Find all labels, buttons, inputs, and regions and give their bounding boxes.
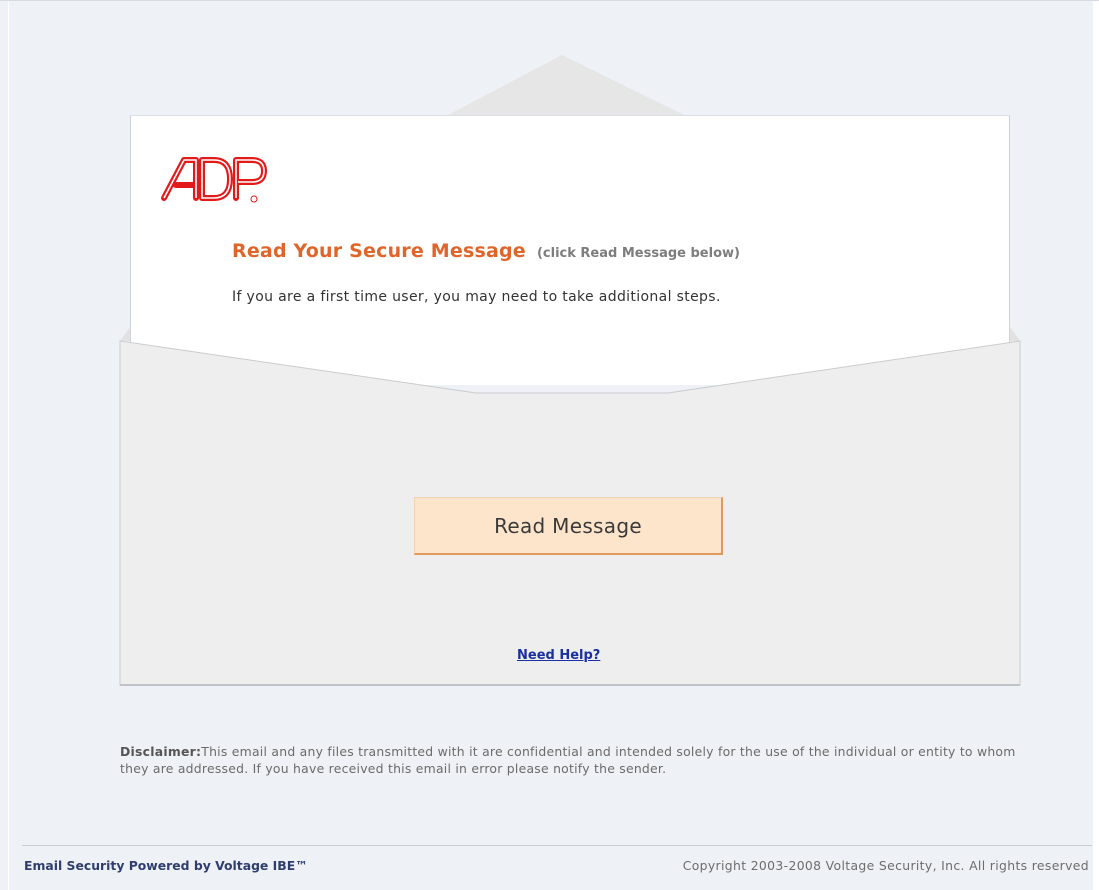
disclaimer-label: Disclaimer: bbox=[120, 744, 202, 759]
disclaimer-text: Disclaimer:This email and any files tran… bbox=[120, 743, 1040, 777]
secure-message-page: Read Your Secure Message (click Read Mes… bbox=[0, 0, 1099, 890]
powered-by-voltage: Email Security Powered by Voltage IBE™ bbox=[24, 858, 308, 873]
first-time-user-note: If you are a first time user, you may ne… bbox=[232, 289, 721, 305]
message-title: Read Your Secure Message bbox=[232, 240, 526, 262]
read-message-button[interactable]: Read Message bbox=[414, 497, 723, 555]
envelope-front bbox=[119, 340, 1021, 686]
footer-divider bbox=[22, 845, 1092, 846]
message-subtitle: (click Read Message below) bbox=[536, 246, 740, 261]
adp-logo-icon bbox=[161, 157, 267, 203]
need-help-link[interactable]: Need Help? bbox=[517, 648, 600, 663]
message-heading: Read Your Secure Message (click Read Mes… bbox=[232, 240, 740, 262]
copyright-notice: Copyright 2003-2008 Voltage Security, In… bbox=[682, 858, 1089, 873]
disclaimer-body: This email and any files transmitted wit… bbox=[120, 744, 1016, 776]
